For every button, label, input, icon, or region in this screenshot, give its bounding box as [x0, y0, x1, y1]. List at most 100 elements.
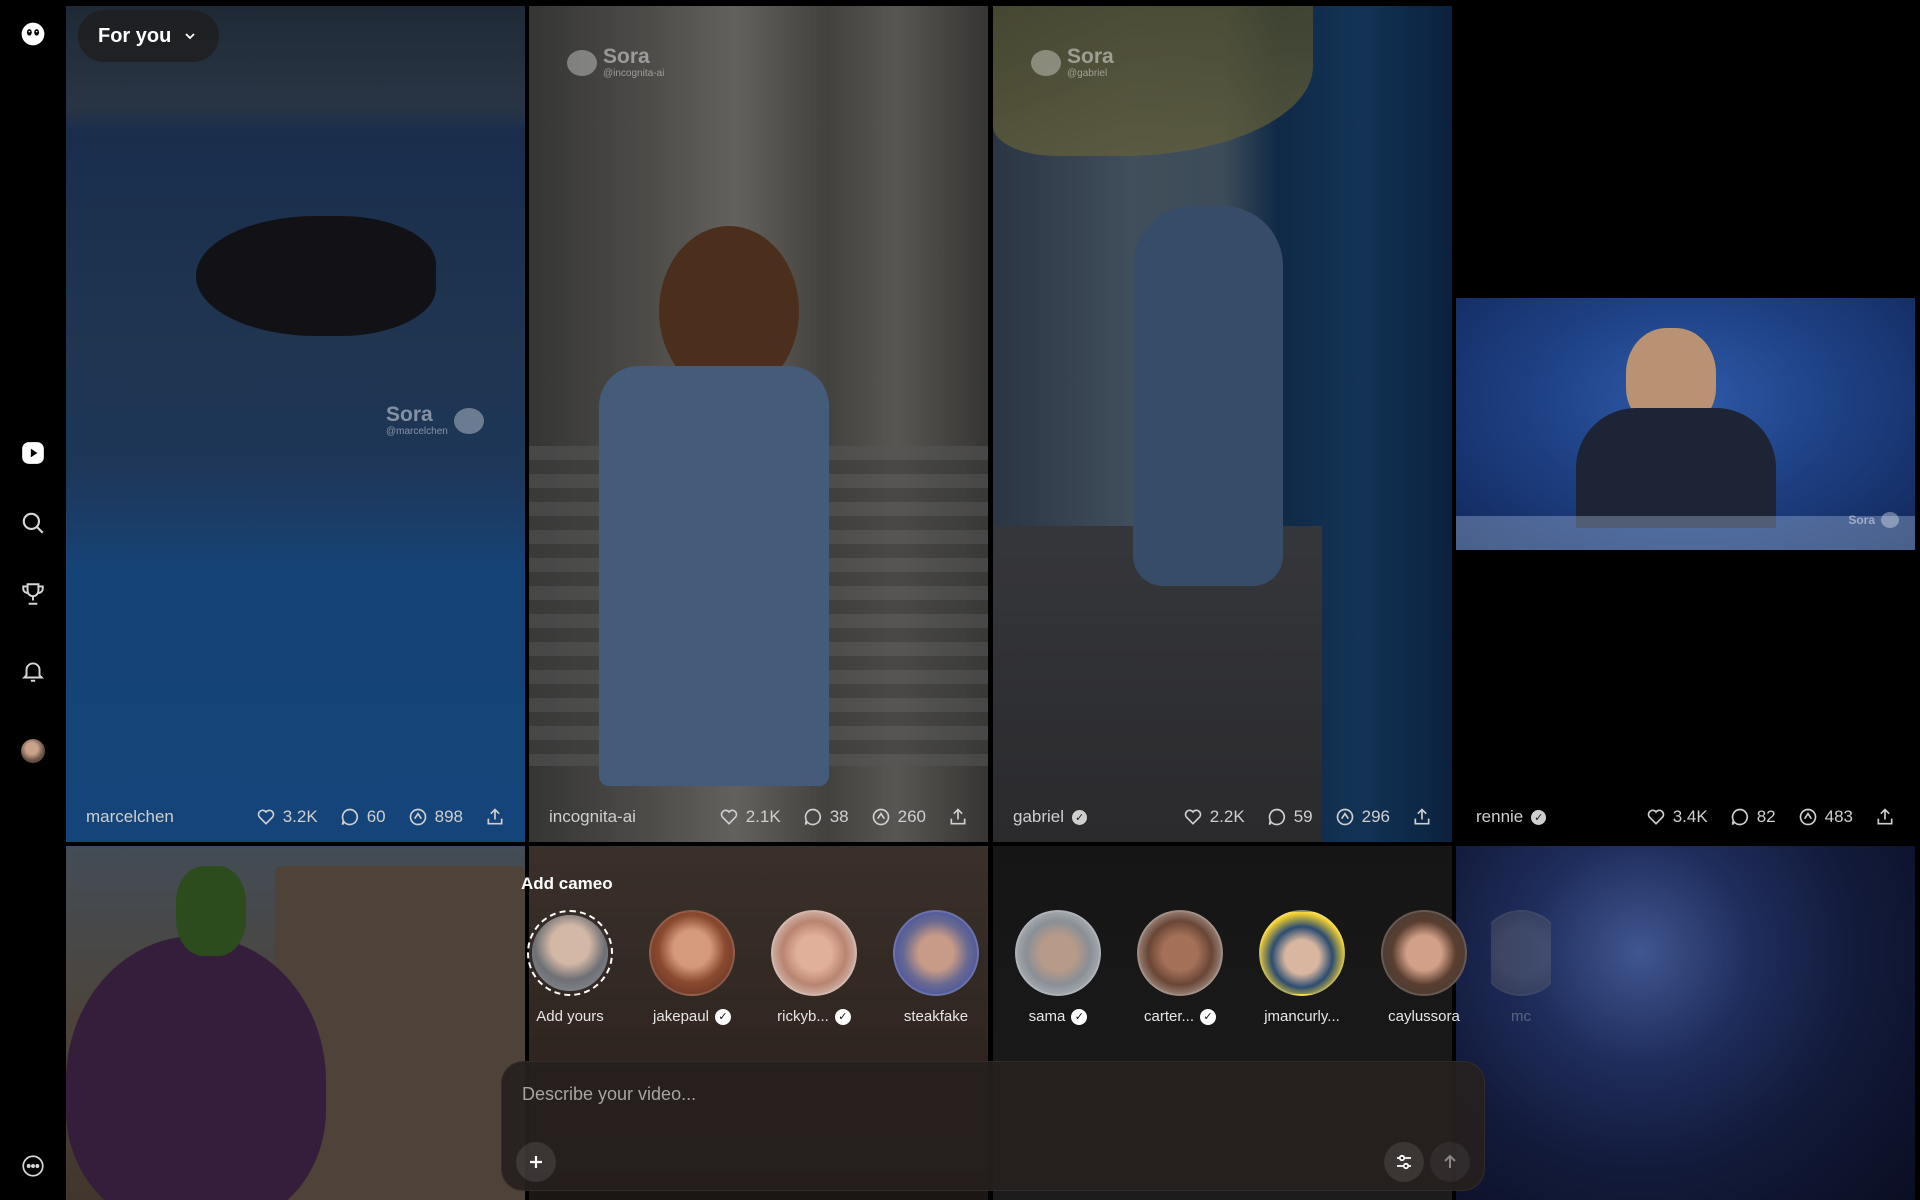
feed-selector[interactable]: For you: [78, 10, 220, 62]
verified-badge-icon: ✓: [1072, 809, 1088, 825]
share-icon[interactable]: [485, 807, 505, 827]
author-link[interactable]: incognita-ai: [549, 807, 697, 827]
send-button[interactable]: [1430, 1142, 1470, 1182]
profile-avatar[interactable]: [13, 731, 53, 771]
comment-icon: [1731, 808, 1748, 826]
remix-button[interactable]: 483: [1798, 807, 1853, 827]
video-card[interactable]: Sora @gabriel gabriel ✓ 2.2K 59 296: [993, 6, 1452, 842]
share-icon[interactable]: [1412, 807, 1432, 827]
like-button[interactable]: 3.2K: [256, 807, 318, 827]
cameo-item[interactable]: rickyb... ✓: [759, 910, 869, 1025]
cameo-name: jakepaul: [653, 1008, 709, 1025]
cameo-name: jmancurly...: [1264, 1008, 1340, 1025]
post-meta: marcelchen 3.2K 60 898: [66, 792, 525, 842]
heart-icon: [720, 809, 738, 825]
post-meta: rennie ✓ 3.4K 82 483: [1456, 792, 1915, 842]
home-feed-icon[interactable]: [13, 433, 53, 473]
remix-button[interactable]: 898: [408, 807, 463, 827]
remix-button[interactable]: 296: [1335, 807, 1390, 827]
describe-video-input[interactable]: [522, 1084, 1422, 1105]
like-button[interactable]: 3.4K: [1646, 807, 1708, 827]
cameo-add-yours[interactable]: Add yours: [515, 910, 625, 1025]
remix-count: 483: [1824, 807, 1853, 826]
cameo-name: sama: [1028, 1008, 1066, 1025]
video-thumbnail: Sora: [1456, 298, 1915, 550]
comment-icon: [804, 808, 821, 826]
remix-icon: [1336, 808, 1353, 826]
avatar: [1491, 910, 1551, 996]
comment-count: 38: [829, 807, 849, 826]
comment-button[interactable]: 82: [1730, 807, 1776, 827]
avatar: [771, 910, 857, 996]
cameo-name: mc: [1511, 1008, 1531, 1025]
like-button[interactable]: 2.1K: [719, 807, 781, 827]
bell-icon[interactable]: [13, 651, 53, 691]
verified-badge-icon: ✓: [714, 1008, 731, 1025]
watermark: Sora: [1848, 512, 1899, 528]
settings-button[interactable]: [1384, 1142, 1424, 1182]
cameo-name: steakfake: [903, 1008, 969, 1025]
anchor-suit-shape: [1576, 408, 1776, 528]
video-card[interactable]: Sora @incognita-ai incognita-ai 2.1K 38 2…: [529, 6, 988, 842]
search-icon[interactable]: [13, 503, 53, 543]
verified-badge-icon: ✓: [834, 1008, 851, 1025]
video-card[interactable]: [66, 846, 525, 1200]
watermark: Sora @gabriel: [1031, 46, 1114, 79]
author-name: gabriel: [1013, 807, 1065, 826]
remix-icon: [409, 808, 426, 826]
add-attachment-button[interactable]: [516, 1142, 556, 1182]
cameo-name: rickyb...: [777, 1008, 829, 1025]
remix-icon: [1799, 808, 1816, 826]
post-meta: incognita-ai 2.1K 38 260: [529, 792, 988, 842]
remix-count: 898: [434, 807, 463, 826]
author-name: marcelchen: [86, 807, 174, 826]
cameo-title: Add cameo: [521, 874, 613, 893]
cameo-item[interactable]: jakepaul ✓: [637, 910, 747, 1025]
watermark: Sora @marcelchen: [386, 404, 484, 437]
sliders-icon: [1397, 1154, 1411, 1170]
cameo-item[interactable]: jmancurly...: [1247, 910, 1357, 1025]
comment-button[interactable]: 38: [803, 807, 849, 827]
avatar: [21, 739, 45, 763]
trophy-icon[interactable]: [13, 574, 53, 614]
avatar: [1381, 910, 1467, 996]
comment-icon: [1268, 808, 1285, 826]
cameo-name: caylussora: [1388, 1008, 1460, 1025]
cameo-item[interactable]: steakfake: [881, 910, 991, 1025]
cameo-item[interactable]: carter... ✓: [1125, 910, 1235, 1025]
sidebar: [0, 0, 66, 1200]
cameo-item[interactable]: caylussora: [1369, 910, 1479, 1025]
cameo-item[interactable]: mc: [1491, 910, 1551, 1025]
cameo-name: Add yours: [536, 1008, 604, 1025]
plus-icon: [530, 1156, 542, 1168]
share-icon[interactable]: [1875, 807, 1895, 827]
remix-count: 296: [1361, 807, 1390, 826]
share-icon[interactable]: [948, 807, 968, 827]
author-link[interactable]: marcelchen: [86, 807, 234, 827]
verified-badge-icon: ✓: [1531, 809, 1547, 825]
remix-button[interactable]: 260: [871, 807, 926, 827]
author-name: rennie: [1476, 807, 1524, 826]
comment-button[interactable]: 60: [340, 807, 386, 827]
more-options-icon[interactable]: [13, 1146, 53, 1186]
prompt-composer: [501, 1061, 1485, 1191]
comment-icon: [341, 808, 358, 826]
cameo-item[interactable]: sama ✓: [1003, 910, 1113, 1025]
avatar: [1137, 910, 1223, 996]
author-link[interactable]: rennie ✓: [1476, 807, 1624, 827]
like-count: 2.1K: [745, 807, 781, 826]
like-count: 3.2K: [282, 807, 318, 826]
video-card[interactable]: Sora @marcelchen marcelchen 3.2K 60 898: [66, 6, 525, 842]
video-card[interactable]: Sora rennie ✓ 3.4K 82 483: [1456, 6, 1915, 842]
like-count: 2.2K: [1209, 807, 1245, 826]
heart-icon: [257, 809, 275, 825]
comment-button[interactable]: 59: [1267, 807, 1313, 827]
heart-icon: [1184, 809, 1202, 825]
sora-logo-icon[interactable]: [13, 14, 53, 54]
like-button[interactable]: 2.2K: [1183, 807, 1245, 827]
author-link[interactable]: gabriel ✓: [1013, 807, 1161, 827]
post-meta: gabriel ✓ 2.2K 59 296: [993, 792, 1452, 842]
verified-badge-icon: ✓: [1071, 1008, 1088, 1025]
comment-count: 59: [1293, 807, 1313, 826]
chevron-down-icon: [185, 33, 195, 40]
